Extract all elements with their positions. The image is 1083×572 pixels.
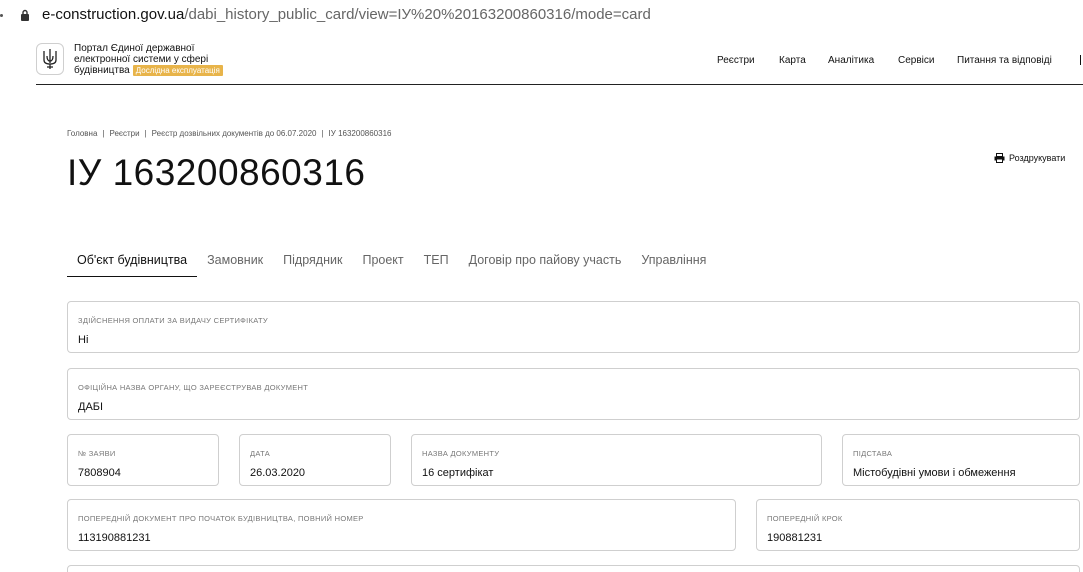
- breadcrumb-current: ІУ 163200860316: [328, 129, 392, 138]
- field-previous-step: Попередній крок 190881231: [756, 499, 1080, 551]
- tab-contractor[interactable]: Підрядник: [273, 253, 352, 277]
- tab-equity-agreement[interactable]: Договір про пайову участь: [459, 253, 632, 277]
- nav-registries[interactable]: Реєстри: [717, 55, 755, 66]
- field-previous-document: Попередній документ про початок будівниц…: [67, 499, 736, 551]
- field-value: 16 сертифікат: [422, 467, 494, 479]
- field-label: Попередній крок: [767, 514, 843, 523]
- tab-project[interactable]: Проект: [352, 253, 413, 277]
- portal-title[interactable]: Портал Єдиної державної електронної сист…: [74, 43, 254, 76]
- breadcrumb: Головна | Реєстри | Реєстр дозвільних докуме…: [67, 129, 392, 138]
- print-button[interactable]: Роздрукувати: [994, 153, 1065, 163]
- url-path: /dabi_history_public_card/view=ІУ%20%201…: [184, 6, 651, 23]
- field-value: Ні: [78, 334, 89, 346]
- tab-management[interactable]: Управління: [631, 253, 716, 277]
- field-label: Здійснення оплати за видачу сертифікату: [78, 316, 268, 325]
- print-label: Роздрукувати: [1009, 153, 1066, 163]
- field-value: 113190881231: [78, 532, 151, 544]
- beta-badge: Дослідна експлуатація: [132, 65, 223, 76]
- field-authority: Офіційна назва органу, що зареєстрував д…: [67, 368, 1080, 420]
- field-label: Офіційна назва органу, що зареєстрував д…: [78, 383, 309, 392]
- url-text[interactable]: e-construction.gov.ua/dabi_history_publi…: [42, 6, 651, 23]
- breadcrumb-registry[interactable]: Реєстр дозвільних документів до 06.07.20…: [152, 129, 317, 138]
- field-label: Попередній документ про початок будівниц…: [78, 514, 364, 523]
- portal-title-line1: Портал Єдиної державної: [74, 43, 195, 54]
- field-document-name: Назва документу 16 сертифікат: [411, 434, 822, 486]
- lock-icon: [21, 9, 29, 21]
- tab-customer[interactable]: Замовник: [197, 253, 273, 277]
- tab-tep[interactable]: ТЕП: [414, 253, 459, 277]
- nav-faq[interactable]: Питання та відповіді: [957, 55, 1052, 66]
- breadcrumb-home[interactable]: Головна: [67, 129, 97, 138]
- field-label: № заяви: [78, 449, 116, 458]
- trident-icon: [43, 49, 57, 69]
- url-domain: e-construction.gov.ua: [42, 6, 185, 23]
- field-value: 7808904: [78, 467, 121, 479]
- tab-construction-object[interactable]: Об'єкт будівництва: [67, 253, 198, 277]
- field-value: Містобудівні умови і обмеження: [853, 467, 1016, 479]
- field-value: ДАБІ: [78, 401, 104, 413]
- portal-title-line3: будівництва: [74, 65, 130, 76]
- field-label: Дата: [250, 449, 271, 458]
- field-date: Дата 26.03.2020: [239, 434, 391, 486]
- field-label: Назва документу: [422, 449, 500, 458]
- field-next-partial: [67, 565, 1080, 572]
- breadcrumb-registries[interactable]: Реєстри: [109, 129, 139, 138]
- printer-icon: [994, 153, 1005, 163]
- field-label: Підстава: [853, 449, 893, 458]
- browser-url-bar[interactable]: e-construction.gov.ua/dabi_history_publi…: [0, 0, 1083, 30]
- field-value: 190881231: [767, 532, 823, 544]
- header-divider: [36, 84, 1083, 85]
- portal-title-line2: електронної системи у сфері: [74, 54, 209, 65]
- dot-icon: [0, 14, 3, 17]
- field-basis: Підстава Містобудівні умови і обмеження: [842, 434, 1080, 486]
- field-application-number: № заяви 7808904: [67, 434, 219, 486]
- nav-services[interactable]: Сервіси: [898, 55, 934, 66]
- tab-bar: Об'єкт будівництва Замовник Підрядник Пр…: [67, 253, 716, 277]
- field-value: 26.03.2020: [250, 467, 306, 479]
- field-payment: Здійснення оплати за видачу сертифікату …: [67, 301, 1080, 353]
- trident-logo[interactable]: [36, 43, 64, 75]
- nav-map[interactable]: Карта: [779, 55, 806, 66]
- nav-analytics[interactable]: Аналітика: [828, 55, 874, 66]
- page-title: ІУ 163200860316: [67, 152, 366, 193]
